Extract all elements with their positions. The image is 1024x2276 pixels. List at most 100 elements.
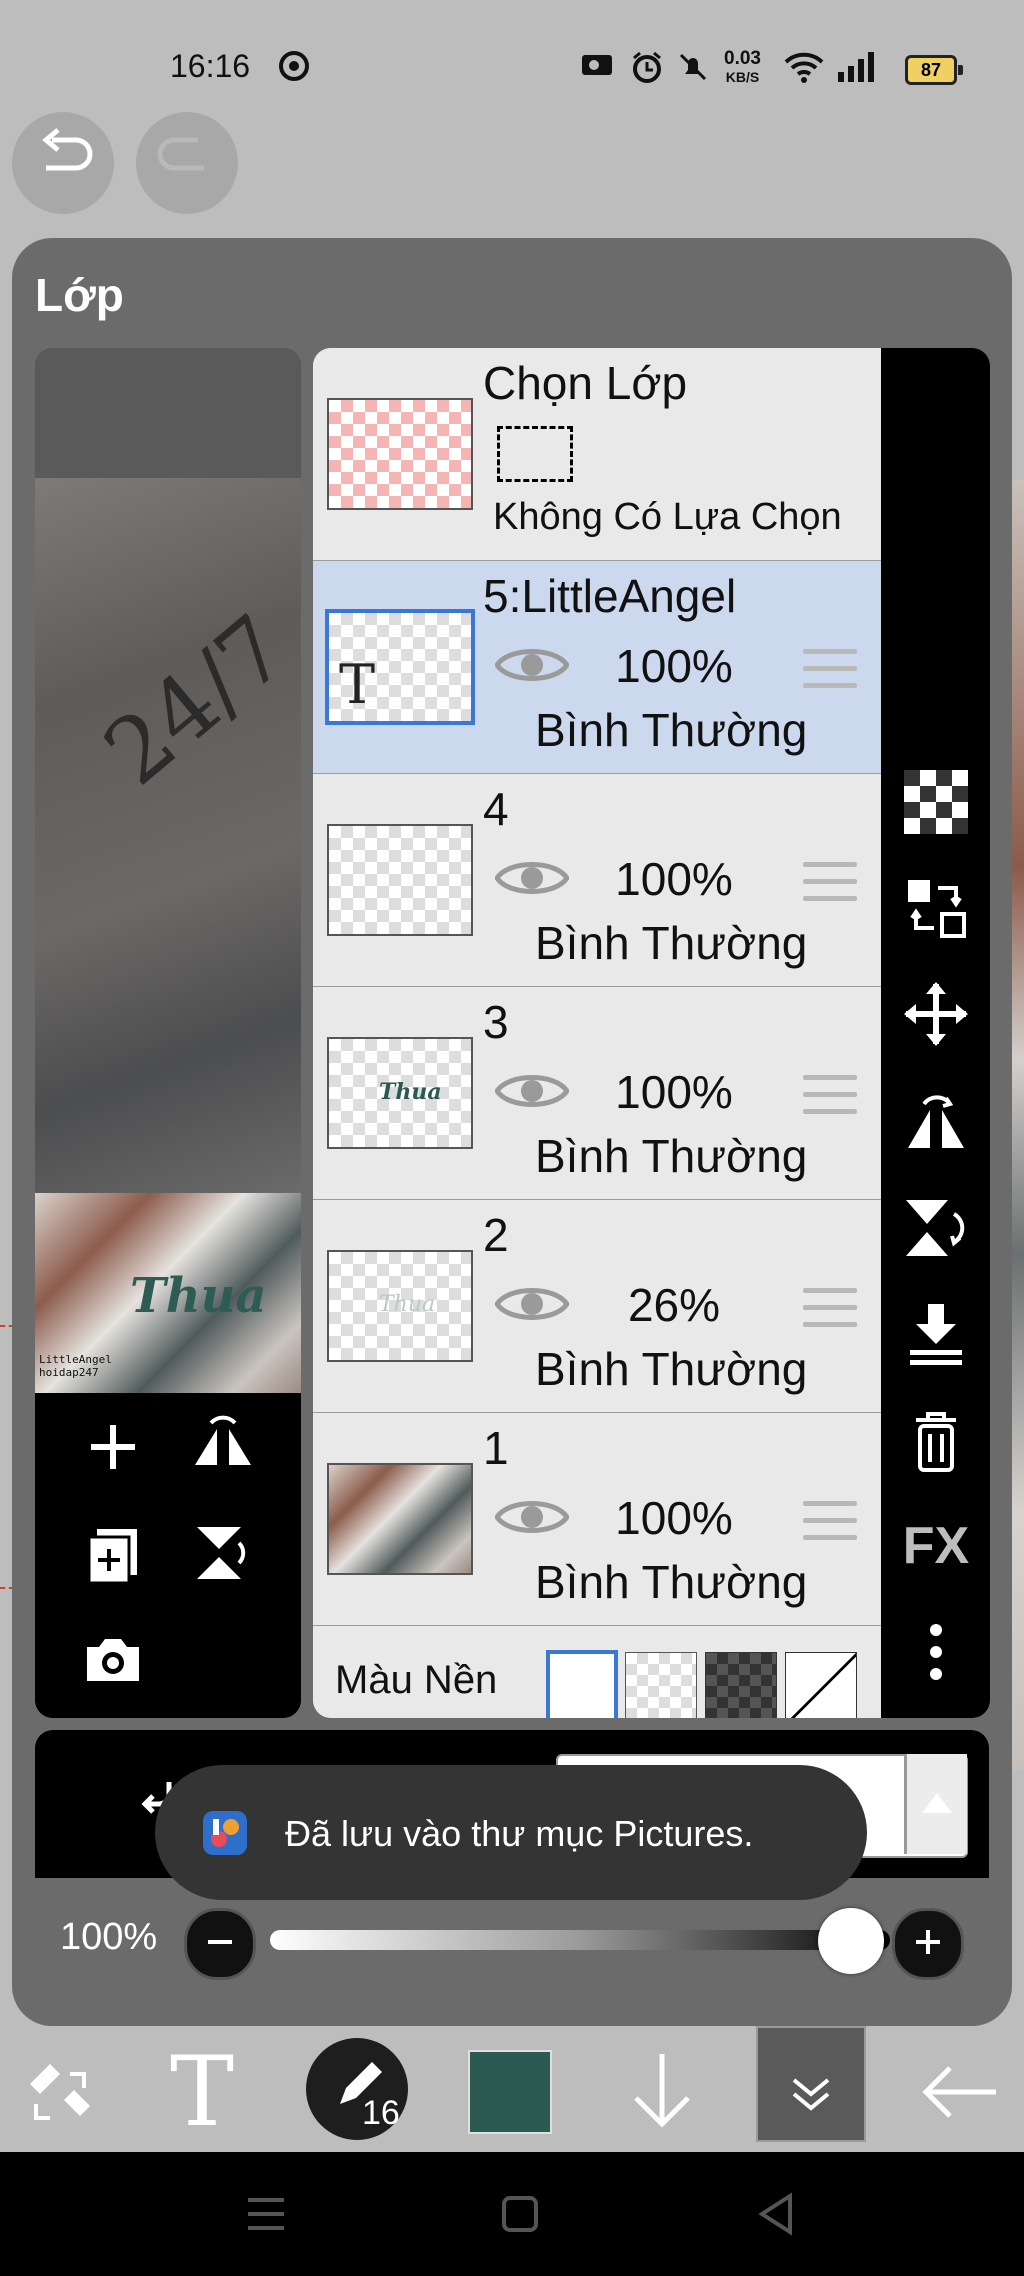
layer-list: Chọn Lớp Không Có Lựa Chọn T 5:LittleAng…: [313, 348, 881, 1718]
visibility-eye-icon[interactable]: [495, 1282, 569, 1326]
flip-vertical-icon: [197, 1527, 246, 1579]
selection-layer-row[interactable]: Chọn Lớp Không Có Lựa Chọn: [313, 348, 881, 563]
preview-artwork: 24/7: [84, 595, 301, 806]
opacity-slider[interactable]: [270, 1930, 890, 1950]
menu-nav-button[interactable]: [246, 2196, 286, 2237]
back-button[interactable]: [920, 2052, 1000, 2132]
clock: 16:16: [170, 48, 251, 84]
layer-thumbnail: [327, 1463, 473, 1575]
panel-title: Lớp: [35, 269, 124, 321]
signal-icon: [836, 50, 878, 84]
home-nav-button[interactable]: [500, 2194, 540, 2239]
layer-down-button[interactable]: [622, 2048, 702, 2132]
move-layer-button[interactable]: [902, 980, 970, 1048]
fx-button[interactable]: FX: [902, 1512, 970, 1580]
flip-horizontal-icon: [195, 1415, 251, 1465]
opacity-slider-handle[interactable]: [818, 1908, 884, 1974]
undo-button[interactable]: [12, 112, 114, 214]
visibility-eye-icon[interactable]: [495, 856, 569, 900]
checkerboard-icon: [904, 770, 968, 834]
background-white-swatch[interactable]: [546, 1650, 618, 1718]
arrow-left-icon: [922, 2066, 996, 2118]
layer-row[interactable]: T 5:LittleAngel 100% Bình Thường: [313, 561, 881, 776]
move-icon: [904, 982, 968, 1046]
flip-horizontal-button[interactable]: [902, 1088, 970, 1156]
layer-thumbnail-art: Thua: [379, 1079, 442, 1105]
transform-tool-button[interactable]: [20, 2054, 100, 2134]
flip-layer-horizontal-button[interactable]: [183, 1407, 263, 1487]
bottom-toolbar: T 16: [0, 2026, 1024, 2152]
blend-mode-dropdown-button[interactable]: [904, 1754, 967, 1854]
color-swatch-button[interactable]: [468, 2050, 552, 2134]
canvas-thumbnail[interactable]: Thua LittleAngel hoidap247: [35, 1193, 301, 1393]
layer-thumbnail: Thua: [327, 1037, 473, 1149]
minus-icon: [208, 1940, 232, 1944]
add-copy-layer-button[interactable]: [73, 1513, 153, 1593]
merge-down-icon: [910, 1304, 962, 1365]
chrome-icon: [278, 50, 310, 84]
add-layer-button[interactable]: [73, 1407, 153, 1487]
brush-size: 16: [362, 2094, 400, 2132]
drag-handle-icon[interactable]: [803, 1288, 857, 1328]
drag-handle-icon[interactable]: [803, 1501, 857, 1541]
delete-layer-button[interactable]: [902, 1406, 970, 1474]
visibility-eye-icon[interactable]: [495, 1069, 569, 1113]
redo-icon: [157, 137, 204, 171]
flip-layer-vertical-button[interactable]: [183, 1513, 263, 1593]
transparency-button[interactable]: [902, 768, 970, 836]
swap-layer-button[interactable]: [902, 874, 970, 942]
layer-row[interactable]: Thua 2 26% Bình Thường: [313, 1200, 881, 1415]
background-dark-swatch[interactable]: [705, 1652, 777, 1718]
more-options-button[interactable]: [902, 1618, 970, 1686]
layer-name: 5:LittleAngel: [483, 570, 737, 622]
drag-handle-icon[interactable]: [803, 1075, 857, 1115]
flip-horizontal-icon: [908, 1095, 964, 1148]
status-bar: 16:16 0.03 KB/S 87: [0, 0, 1024, 110]
layer-blend-mode: Bình Thường: [535, 704, 808, 756]
camera-button[interactable]: [73, 1619, 153, 1699]
layer-blend-mode: Bình Thường: [535, 1343, 808, 1395]
select-transform-icon: [30, 2064, 90, 2120]
layer-row[interactable]: Thua 3 100% Bình Thường: [313, 987, 881, 1202]
back-nav-button[interactable]: [756, 2192, 796, 2241]
drag-handle-icon[interactable]: [803, 862, 857, 902]
merge-down-button[interactable]: [902, 1300, 970, 1368]
selection-status: Không Có Lựa Chọn: [493, 496, 842, 538]
visibility-eye-icon[interactable]: [495, 1495, 569, 1539]
brush-tool-button[interactable]: 16: [306, 2038, 408, 2140]
visibility-eye-icon[interactable]: [495, 643, 569, 687]
layer-blend-mode: Bình Thường: [535, 1556, 808, 1608]
selection-layer-title: Chọn Lớp: [483, 357, 688, 409]
drag-handle-icon[interactable]: [803, 649, 857, 689]
layer-blend-mode: Bình Thường: [535, 1130, 808, 1182]
layer-tools: [35, 1393, 301, 1718]
layer-name: 2: [483, 1209, 509, 1261]
flip-vertical-icon: [906, 1200, 965, 1256]
layer-opacity: 100%: [615, 640, 733, 692]
more-vertical-icon: [930, 1624, 942, 1680]
layer-opacity: 100%: [615, 1066, 733, 1118]
copy-layer-icon: [87, 1529, 137, 1585]
background-none-swatch[interactable]: [785, 1652, 857, 1718]
redo-button[interactable]: [136, 112, 238, 214]
layer-row[interactable]: 1 100% Bình Thường: [313, 1413, 881, 1628]
layer-name: 3: [483, 996, 509, 1048]
background-transparent-swatch[interactable]: [625, 1652, 697, 1718]
toast-message: Đã lưu vào thư mục Pictures.: [285, 1813, 754, 1854]
camera-icon: [87, 1639, 139, 1681]
text-layer-icon: T: [339, 653, 376, 716]
opacity-decrease-button[interactable]: [184, 1908, 256, 1980]
opacity-increase-button[interactable]: [892, 1908, 964, 1980]
selection-marquee-icon: [497, 426, 573, 482]
network-speed-unit: KB/S: [725, 69, 760, 85]
layer-thumbnail: T: [325, 609, 475, 725]
text-tool-button[interactable]: T: [170, 2044, 234, 2140]
alarm-icon: [630, 50, 664, 84]
mute-icon: [676, 50, 710, 84]
layer-panel-toggle-button[interactable]: [756, 2026, 866, 2142]
network-speed-value: 0.03: [724, 48, 761, 69]
flip-vertical-button[interactable]: [902, 1194, 970, 1262]
layer-row[interactable]: 4 100% Bình Thường: [313, 774, 881, 989]
opacity-value: 100%: [60, 1916, 158, 1958]
undo-icon: [42, 128, 93, 171]
